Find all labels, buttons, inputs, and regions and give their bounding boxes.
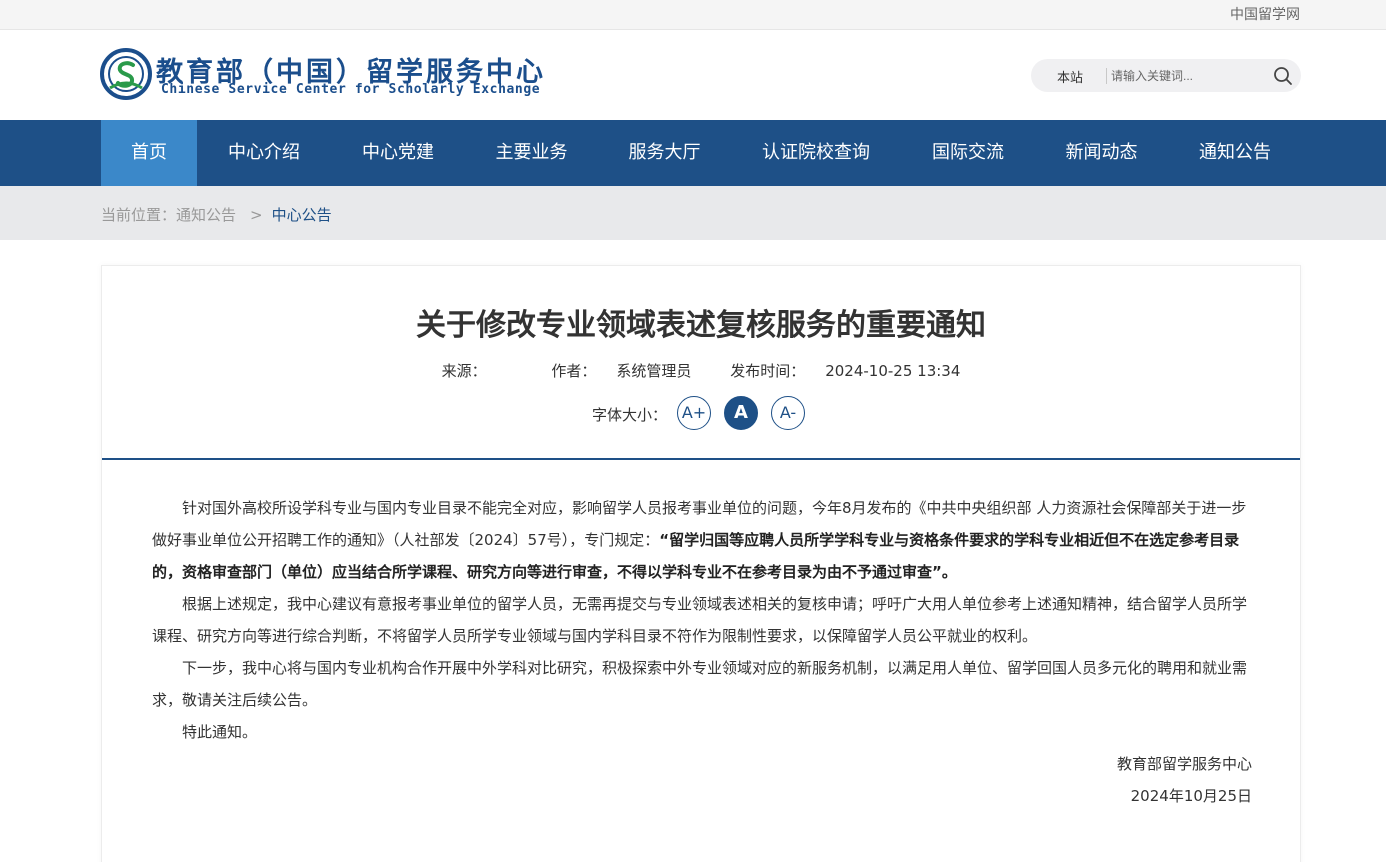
signature-date: 2024年10月25日 bbox=[1130, 787, 1252, 805]
cscse-emblem-icon bbox=[100, 48, 152, 100]
p1-end: 。 bbox=[941, 563, 957, 581]
article-source: 来源： bbox=[432, 362, 517, 380]
breadcrumb-prefix: 当前位置： bbox=[101, 206, 177, 224]
date-value: 2024-10-25 13:34 bbox=[825, 362, 961, 380]
article-author: 作者： 系统管理员 bbox=[541, 362, 701, 380]
article-paragraph-1: 针对国外高校所设学科专业与国内专业目录不能完全对应，影响留学人员报考事业单位的问… bbox=[152, 492, 1252, 588]
search-scope[interactable]: 本站 bbox=[1057, 67, 1083, 86]
top-bar: 中国留学网 bbox=[0, 0, 1386, 30]
article-date: 发布时间： 2024-10-25 13:34 bbox=[720, 362, 970, 380]
nav-item-business[interactable]: 主要业务 bbox=[465, 120, 598, 186]
nav-item-school-query[interactable]: 认证院校查询 bbox=[731, 120, 901, 186]
logo-english-name: Chinese Service Center for Scholarly Exc… bbox=[161, 82, 541, 97]
main-nav: 首页 中心介绍 中心党建 主要业务 服务大厅 认证院校查询 国际交流 新闻动态 … bbox=[0, 120, 1386, 186]
nav-item-international[interactable]: 国际交流 bbox=[901, 120, 1035, 186]
font-size-label: 字体大小： bbox=[592, 406, 668, 424]
site-search: 本站 bbox=[1031, 59, 1301, 92]
font-decrease-button[interactable]: A- bbox=[771, 396, 805, 430]
author-label: 作者： bbox=[551, 362, 597, 380]
article-paragraph-3: 下一步，我中心将与国内专业机构合作开展中外学科对比研究，积极探索中外专业领域对应… bbox=[152, 659, 1248, 709]
nav-item-service-hall[interactable]: 服务大厅 bbox=[598, 120, 731, 186]
breadcrumb: 当前位置：通知公告 > 中心公告 bbox=[101, 204, 332, 225]
search-divider bbox=[1106, 68, 1107, 84]
font-default-button[interactable]: A bbox=[724, 396, 758, 430]
article-card: 关于修改专业领域表述复核服务的重要通知 来源： 作者： 系统管理员 发布时间： 20… bbox=[101, 265, 1301, 862]
date-label: 发布时间： bbox=[730, 362, 806, 380]
article-paragraph-2: 根据上述规定，我中心建议有意报考事业单位的留学人员，无需再提交与专业领域表述相关… bbox=[152, 595, 1248, 645]
title-divider bbox=[102, 458, 1300, 460]
breadcrumb-parent-link[interactable]: 通知公告 bbox=[176, 206, 236, 224]
nav-item-notices[interactable]: 通知公告 bbox=[1168, 120, 1302, 186]
breadcrumb-bar: 当前位置：通知公告 > 中心公告 bbox=[0, 186, 1386, 240]
author-value: 系统管理员 bbox=[616, 362, 692, 380]
font-increase-button[interactable]: A+ bbox=[677, 396, 711, 430]
article-body: 针对国外高校所设学科专业与国内专业目录不能完全对应，影响留学人员报考事业单位的问… bbox=[152, 492, 1252, 812]
search-icon[interactable] bbox=[1272, 65, 1294, 87]
breadcrumb-current-link[interactable]: 中心公告 bbox=[272, 206, 332, 224]
source-label: 来源： bbox=[441, 362, 487, 380]
china-study-abroad-link[interactable]: 中国留学网 bbox=[1230, 4, 1300, 24]
article-meta: 来源： 作者： 系统管理员 发布时间： 2024-10-25 13:34 bbox=[102, 360, 1300, 381]
article-title: 关于修改专业领域表述复核服务的重要通知 bbox=[416, 308, 986, 343]
nav-item-home[interactable]: 首页 bbox=[101, 120, 197, 186]
header: 教育部（中国）留学服务中心 Chinese Service Center for… bbox=[0, 30, 1386, 120]
search-input[interactable] bbox=[1111, 65, 1261, 86]
site-logo[interactable]: 教育部（中国）留学服务中心 Chinese Service Center for… bbox=[100, 48, 543, 104]
nav-item-about[interactable]: 中心介绍 bbox=[197, 120, 331, 186]
breadcrumb-separator: > bbox=[250, 206, 263, 224]
signature-org: 教育部留学服务中心 bbox=[1116, 755, 1252, 773]
nav-item-party[interactable]: 中心党建 bbox=[331, 120, 465, 186]
nav-item-news[interactable]: 新闻动态 bbox=[1035, 120, 1168, 186]
article-paragraph-4: 特此通知。 bbox=[182, 723, 258, 741]
